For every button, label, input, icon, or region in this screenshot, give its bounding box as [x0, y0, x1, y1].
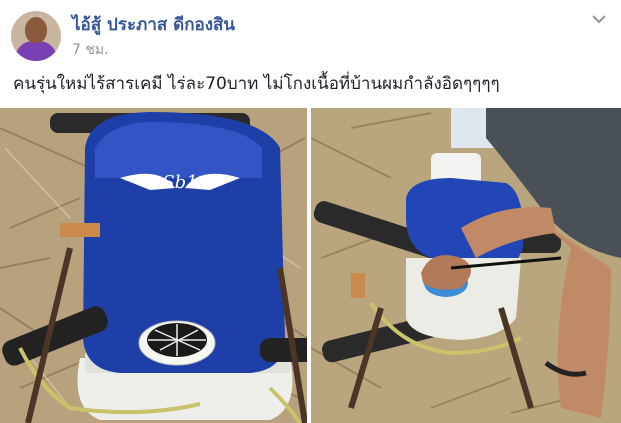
photo-left[interactable]: Sb1 — [0, 108, 307, 423]
post-header: ไอ้สู้ ประภาส ดีกองสิน 7 ชม. — [0, 0, 621, 66]
chevron-down-icon[interactable] — [590, 10, 608, 28]
author-name[interactable]: ไอ้สู้ ประภาส ดีกองสิน — [72, 11, 235, 38]
photo-grid: Sb1 — [0, 108, 621, 423]
avatar-shirt — [15, 41, 57, 61]
photo-left-logo: Sb1 — [162, 172, 197, 193]
post-timestamp[interactable]: 7 ชม. — [72, 39, 109, 61]
avatar[interactable] — [11, 11, 61, 61]
avatar-face — [25, 17, 47, 43]
post-text: คนรุ่นใหม่ไร้สารเคมี ไร่ละ70บาท ไม่โกงเน… — [13, 74, 500, 94]
photo-right[interactable] — [311, 108, 621, 423]
photo-right-drawing — [311, 108, 621, 423]
photo-left-drawing: Sb1 — [0, 108, 307, 423]
